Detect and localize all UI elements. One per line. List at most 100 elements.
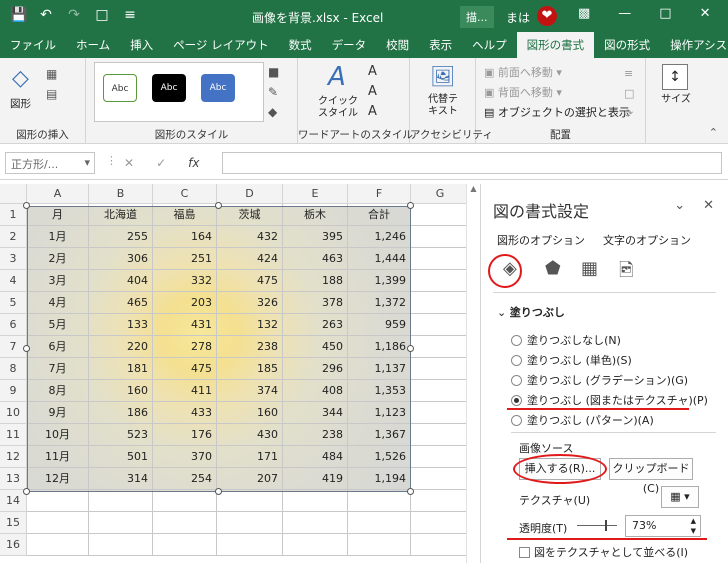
function-icon[interactable]: fx xyxy=(188,156,199,170)
resize-handle[interactable] xyxy=(215,488,222,495)
alt-text-icon[interactable]: 🖼 xyxy=(430,64,455,88)
wordart-icon[interactable]: A xyxy=(328,62,346,92)
transparency-slider[interactable] xyxy=(577,525,617,526)
edit-shape-icon[interactable]: ▦ ▤ xyxy=(46,64,57,104)
cell[interactable] xyxy=(27,512,89,534)
name-box[interactable]: 正方形/... ▾ xyxy=(5,152,95,174)
send-backward-button[interactable]: ▣ 背面へ移動 ▾ xyxy=(484,84,562,100)
spinner-icon[interactable]: ▲ ▼ xyxy=(691,516,696,536)
fill-outline-effect-icons[interactable]: ■ ✎ ◆ xyxy=(268,62,279,122)
radio-dot[interactable] xyxy=(511,374,522,386)
tab-1[interactable]: ホーム xyxy=(66,32,120,58)
undo-icon[interactable]: ↶ xyxy=(38,7,54,23)
column-header[interactable]: A xyxy=(27,184,89,204)
cell[interactable] xyxy=(411,314,470,336)
cell[interactable] xyxy=(411,380,470,402)
vertical-scrollbar[interactable]: ▲ xyxy=(466,184,480,563)
chevron-down-icon[interactable]: ▾ xyxy=(84,156,90,169)
scroll-up-icon[interactable]: ▲ xyxy=(467,184,480,193)
checkbox-box[interactable] xyxy=(519,546,530,558)
select-all-corner[interactable] xyxy=(0,184,27,204)
resize-handle[interactable] xyxy=(407,488,414,495)
selection-pane-button[interactable]: ▤ オブジェクトの選択と表示 xyxy=(484,104,630,120)
cell[interactable] xyxy=(89,512,153,534)
tab-10[interactable]: 図の形式 xyxy=(594,32,660,58)
cell[interactable] xyxy=(411,358,470,380)
row-header[interactable]: 10 xyxy=(0,402,27,424)
quick-style-button[interactable]: クイック スタイル xyxy=(310,96,366,120)
cell[interactable] xyxy=(27,534,89,556)
save-icon[interactable]: 💾 xyxy=(10,7,27,23)
style-fill-black[interactable]: Abc xyxy=(152,74,186,102)
resize-handle[interactable] xyxy=(407,345,414,352)
cell[interactable] xyxy=(153,534,217,556)
row-header[interactable]: 8 xyxy=(0,358,27,380)
tab-shape-options[interactable]: 図形のオプション xyxy=(497,232,585,248)
cell[interactable] xyxy=(411,204,470,226)
tab-0[interactable]: ファイル xyxy=(0,32,66,58)
radio-dot[interactable] xyxy=(511,414,522,426)
tab-2[interactable]: 挿入 xyxy=(120,32,163,58)
tab-8[interactable]: ヘルプ xyxy=(462,32,517,58)
column-header[interactable]: D xyxy=(217,184,283,204)
radio-dot-selected[interactable] xyxy=(511,394,522,406)
column-header[interactable]: C xyxy=(153,184,217,204)
tab-11[interactable]: 操作アシス xyxy=(660,32,728,58)
row-header[interactable]: 5 xyxy=(0,292,27,314)
cell[interactable] xyxy=(411,512,470,534)
column-header[interactable]: F xyxy=(348,184,411,204)
draw-badge[interactable]: 描... xyxy=(460,6,494,28)
text-fill-outline-effect-icons[interactable]: AAA xyxy=(368,62,377,122)
resize-handle[interactable] xyxy=(23,202,30,209)
size-icon[interactable]: ↕ xyxy=(662,64,688,90)
radio-no-fill[interactable]: 塗りつぶしなし(N) xyxy=(511,332,621,348)
cell[interactable] xyxy=(411,402,470,424)
cell[interactable] xyxy=(217,490,283,512)
cell[interactable] xyxy=(283,490,348,512)
row-header[interactable]: 12 xyxy=(0,446,27,468)
cell[interactable] xyxy=(411,534,470,556)
cell[interactable] xyxy=(348,534,411,556)
tile-texture-checkbox[interactable]: 図をテクスチャとして並べる(I) xyxy=(519,544,688,560)
shape-label[interactable]: 図形 xyxy=(10,96,31,111)
resize-handle[interactable] xyxy=(23,488,30,495)
cell[interactable] xyxy=(283,512,348,534)
cell[interactable] xyxy=(348,512,411,534)
column-header[interactable]: B xyxy=(89,184,153,204)
radio-gradient-fill[interactable]: 塗りつぶし (グラデーション)(G) xyxy=(511,372,688,388)
cell[interactable] xyxy=(411,468,470,490)
formula-input[interactable] xyxy=(222,152,722,174)
row-header[interactable]: 9 xyxy=(0,380,27,402)
pane-options-chevron-icon[interactable]: ⌄ xyxy=(674,198,685,213)
radio-pattern-fill[interactable]: 塗りつぶし (パターン)(A) xyxy=(511,412,654,428)
maximize-icon[interactable]: □ xyxy=(659,6,671,21)
cell[interactable] xyxy=(283,534,348,556)
pane-close-icon[interactable]: ✕ xyxy=(703,198,714,213)
new-file-icon[interactable]: □ xyxy=(94,7,110,23)
resize-handle[interactable] xyxy=(407,202,414,209)
row-header[interactable]: 3 xyxy=(0,248,27,270)
tab-text-options[interactable]: 文字のオプション xyxy=(603,232,691,248)
minimize-icon[interactable]: — xyxy=(618,6,631,21)
cell[interactable] xyxy=(411,270,470,292)
effects-icon[interactable]: ⬟ xyxy=(545,258,561,279)
radio-dot[interactable] xyxy=(511,334,522,346)
close-icon[interactable]: ✕ xyxy=(700,6,711,21)
cell[interactable] xyxy=(411,292,470,314)
size-button[interactable]: サイズ xyxy=(654,94,698,106)
radio-dot[interactable] xyxy=(511,354,522,366)
avatar[interactable]: ❤ xyxy=(537,6,557,26)
selected-shape-border[interactable] xyxy=(27,206,411,492)
cell[interactable] xyxy=(411,248,470,270)
cell[interactable] xyxy=(411,490,470,512)
transparency-input[interactable]: 73% ▲ ▼ xyxy=(625,515,701,537)
cell[interactable] xyxy=(153,490,217,512)
style-outline-green[interactable]: Abc xyxy=(103,74,137,102)
clipboard-button[interactable]: クリップボード(C) xyxy=(609,458,693,495)
tab-7[interactable]: 表示 xyxy=(419,32,462,58)
cell[interactable] xyxy=(27,490,89,512)
shapes-icon[interactable]: ◇ xyxy=(12,66,29,91)
cell[interactable] xyxy=(89,490,153,512)
alt-text-button[interactable]: 代替テ キスト xyxy=(416,94,470,118)
ribbon-display-icon[interactable]: ▩ xyxy=(578,6,590,21)
